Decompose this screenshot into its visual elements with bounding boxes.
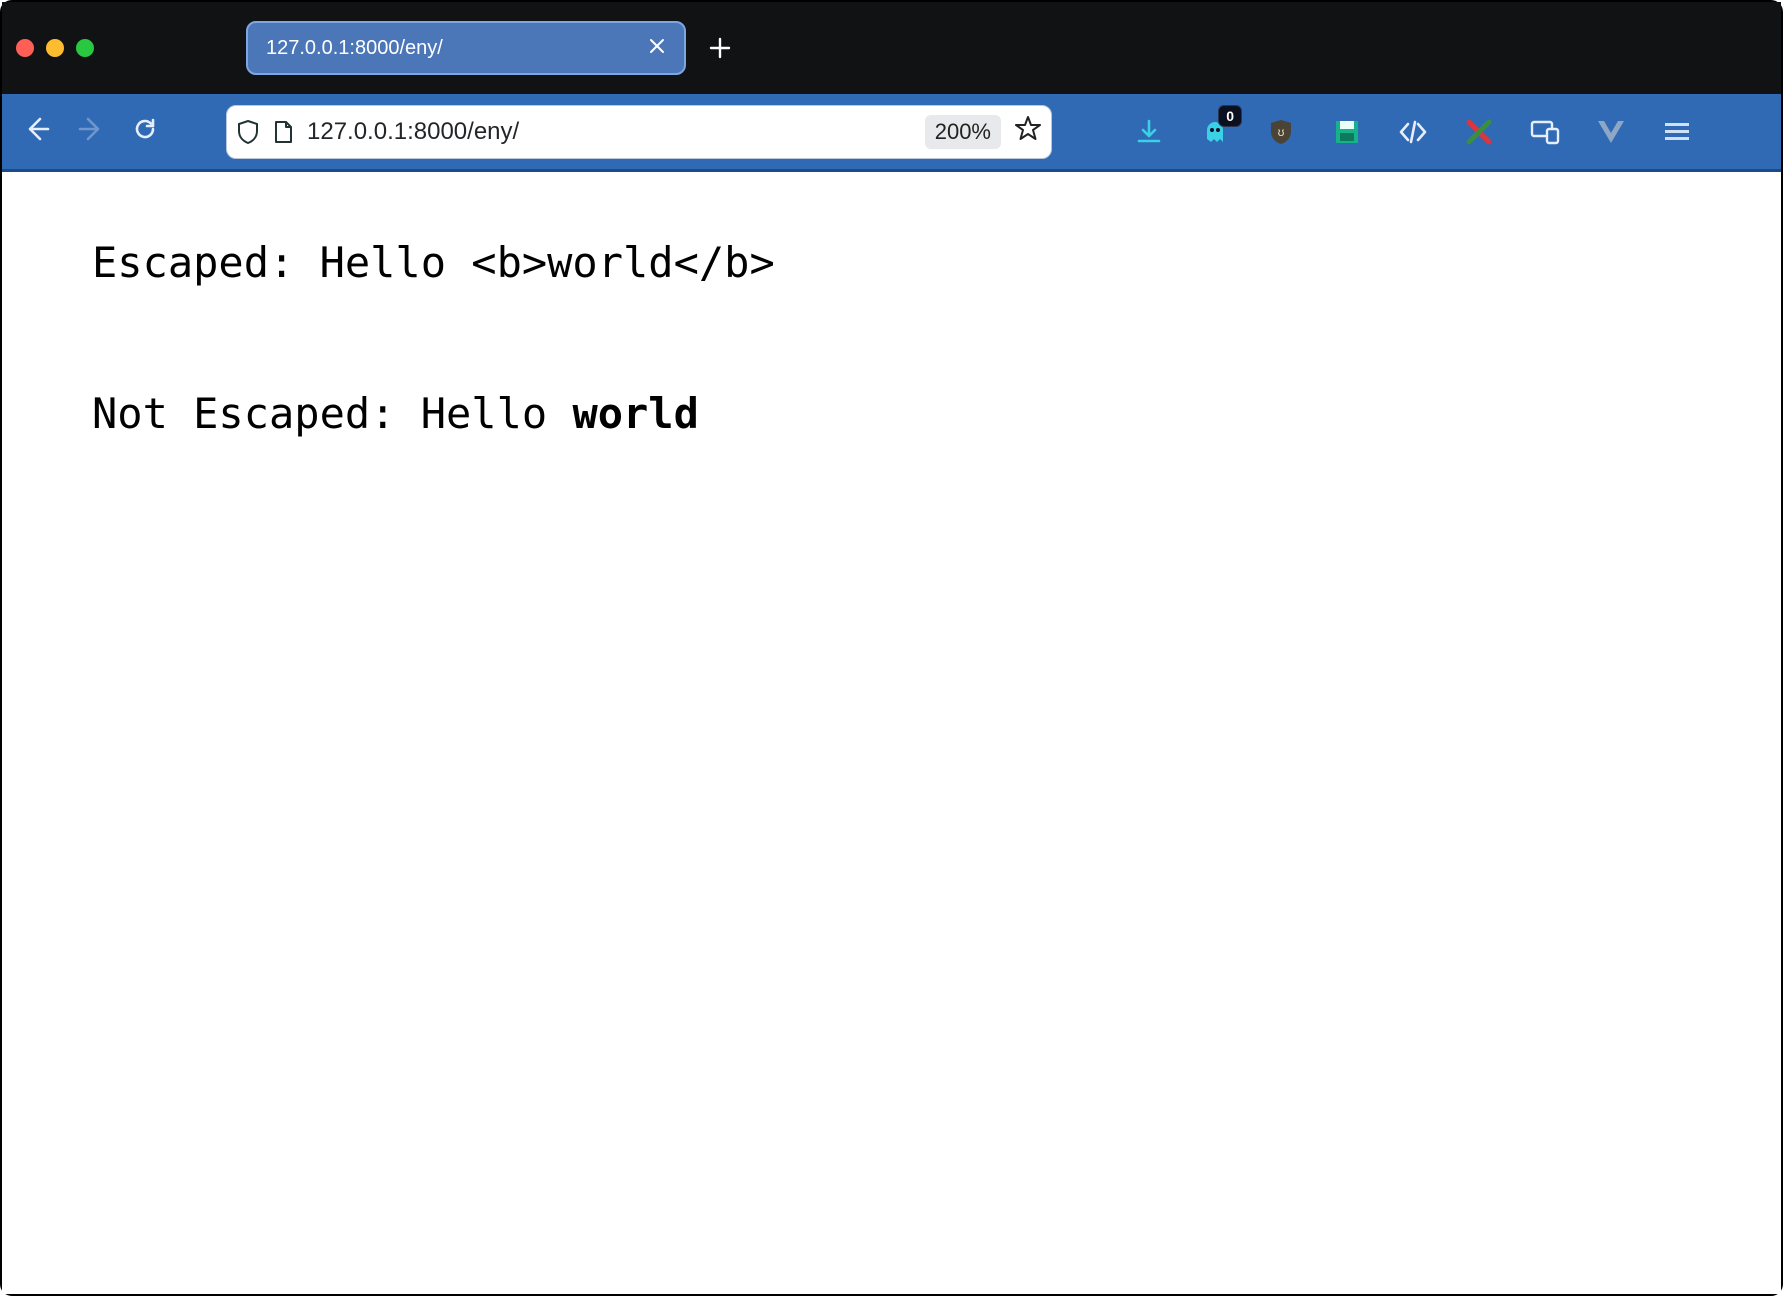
responsive-design-icon[interactable] xyxy=(1530,117,1560,147)
save-floppy-icon[interactable] xyxy=(1332,117,1362,147)
tab-title: 127.0.0.1:8000/eny/ xyxy=(266,37,443,60)
reload-button[interactable] xyxy=(132,116,158,147)
noscript-x-icon[interactable] xyxy=(1464,117,1494,147)
forward-button[interactable] xyxy=(78,116,104,147)
vue-devtools-icon[interactable] xyxy=(1596,117,1626,147)
svg-text:ʊ: ʊ xyxy=(1278,125,1285,139)
window-titlebar: 127.0.0.1:8000/eny/ xyxy=(2,2,1781,94)
bookmark-star-icon[interactable] xyxy=(1015,115,1041,148)
page-info-icon[interactable] xyxy=(273,120,293,144)
downloads-icon[interactable] xyxy=(1134,117,1164,147)
url-text: 127.0.0.1:8000/eny/ xyxy=(307,118,911,146)
tab-close-icon[interactable] xyxy=(648,37,666,59)
devtools-code-icon[interactable] xyxy=(1398,117,1428,147)
browser-toolbar: 127.0.0.1:8000/eny/ 200% 0 ʊ xyxy=(2,94,1781,172)
shield-icon[interactable] xyxy=(237,120,259,144)
unescaped-prefix: Not Escaped: Hello xyxy=(92,389,572,438)
new-tab-button[interactable] xyxy=(702,30,738,66)
ublock-shield-icon[interactable]: ʊ xyxy=(1266,117,1296,147)
page-body: Escaped: Hello <b>world</b> Not Escaped:… xyxy=(92,236,1691,441)
unescaped-output-line: Not Escaped: Hello world xyxy=(92,387,1691,442)
app-menu-button[interactable] xyxy=(1662,117,1692,147)
unescaped-bold-word: world xyxy=(572,389,698,438)
tab-bar: 127.0.0.1:8000/eny/ xyxy=(246,2,738,94)
escaped-output-line: Escaped: Hello <b>world</b> xyxy=(92,236,1691,291)
nav-buttons xyxy=(24,116,158,147)
extension-badge: 0 xyxy=(1218,105,1242,127)
ghost-icon[interactable]: 0 xyxy=(1200,117,1230,147)
zoom-indicator[interactable]: 200% xyxy=(925,115,1001,149)
window-maximize-button[interactable] xyxy=(76,39,94,57)
address-bar[interactable]: 127.0.0.1:8000/eny/ 200% xyxy=(226,105,1052,159)
window-close-button[interactable] xyxy=(16,39,34,57)
page-viewport: Escaped: Hello <b>world</b> Not Escaped:… xyxy=(2,172,1781,1294)
window-minimize-button[interactable] xyxy=(46,39,64,57)
browser-tab[interactable]: 127.0.0.1:8000/eny/ xyxy=(246,21,686,75)
back-button[interactable] xyxy=(24,116,50,147)
traffic-lights xyxy=(16,39,94,57)
extensions-area: 0 ʊ xyxy=(1134,117,1692,147)
